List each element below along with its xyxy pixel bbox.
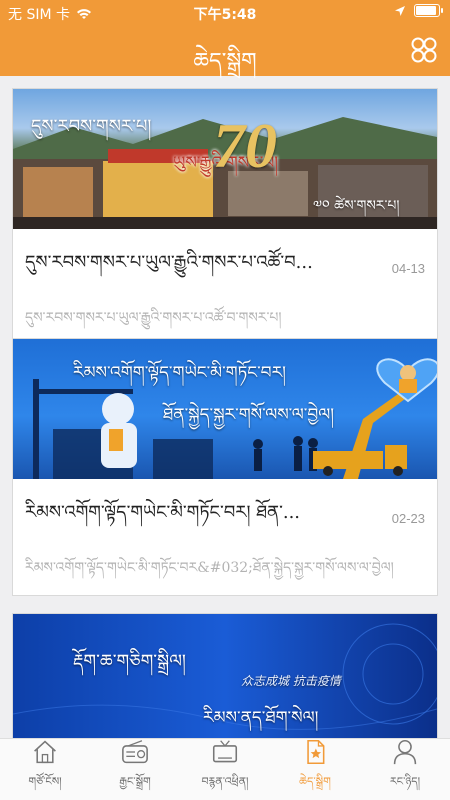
tab-bar: གཙོ་ངོས། རྒྱང་སྒྲོག བརྙན་འཕྲིན། ཆེད་སྒྲི…: [0, 738, 450, 800]
article-image-caption-3: ༧༠ ཚེས་གསར་པ།: [313, 198, 400, 214]
article-title[interactable]: རིམས་འགོག་ལྟོད་གཡེང་མི་གཏོང་བར། ཐོན་...: [25, 493, 385, 543]
article-image: དུས་རབས་གསར་པ། ཡུས་རྒྱུའི་གསར་པ། 70 ༧༠ ཚ…: [13, 89, 437, 229]
article-image-caption-3: རིམས་ནད་ཐོག་སེལ།: [203, 708, 319, 728]
article-image-number: 70: [213, 110, 277, 181]
tab-label: བརྙན་འཕྲིན།: [201, 775, 249, 788]
tab-label: རང་ཉིད།: [389, 775, 421, 788]
article-description: རིམས་འགོག་ལྟོད་གཡེང་མི་གཏོང་བར&#032;ཐོན་…: [25, 560, 394, 576]
article-image: རྡོག་ཆ་གཅིག་སྒྲིལ། 众志成城 抗击疫情 རིམས་ནད་ཐོག…: [13, 614, 437, 738]
article-card[interactable]: རྡོག་ཆ་གཅིག་སྒྲིལ། 众志成城 抗击疫情 རིམས་ནད་ཐོག…: [12, 613, 438, 738]
battery-icon: [414, 4, 443, 17]
article-title-row: རིམས་འགོག་ལྟོད་གཡེང་མི་གཏོང་བར། ཐོན་... …: [13, 479, 437, 547]
article-card[interactable]: རིམས་འགོག་ལྟོད་གཡེང་མི་གཏོང་བར། ཐོན་སྐྱེ…: [12, 338, 438, 596]
tab-label: ཆེད་སྒྲིག: [299, 775, 331, 788]
article-image-caption: དུས་རབས་གསར་པ།: [31, 116, 152, 137]
radio-icon: [122, 740, 148, 764]
home-icon: [34, 740, 56, 764]
article-image-caption-2: ཐོན་སྐྱེད་སྐྱར་གསོ་ལས་ལ་བྱེལ།: [163, 405, 334, 425]
location-arrow-icon: [395, 5, 405, 16]
status-right: [394, 4, 443, 17]
article-title-row: དུས་རབས་གསར་པ་ཡུལ་རྒྱུའི་གསར་པ་འཚོ་བ... …: [13, 229, 437, 297]
nav-bar: ཆེད་སྒྲིག: [0, 26, 450, 76]
special-topic-icon: [307, 739, 325, 765]
tab-profile[interactable]: རང་ཉིད།: [360, 739, 450, 800]
tab-home[interactable]: གཙོ་ངོས།: [0, 739, 90, 800]
article-image-caption-2: 众志成城 抗击疫情: [241, 674, 341, 688]
article-image: རིམས་འགོག་ལྟོད་གཡེང་མི་གཏོང་བར། ཐོན་སྐྱེ…: [13, 339, 437, 479]
tab-radio[interactable]: རྒྱང་སྒྲོག: [90, 739, 180, 800]
tv-icon: [212, 740, 238, 763]
user-icon: [393, 739, 417, 765]
tab-label: རྒྱང་སྒྲོག: [119, 775, 151, 788]
status-bar: 无 SIM 卡 下午5:48: [0, 0, 450, 26]
grid-icon[interactable]: [410, 36, 438, 64]
tab-label: གཙོ་ངོས།: [28, 775, 62, 788]
article-list[interactable]: དུས་རབས་གསར་པ། ཡུས་རྒྱུའི་གསར་པ། 70 ༧༠ ཚ…: [0, 76, 450, 738]
article-card[interactable]: དུས་རབས་གསར་པ། ཡུས་རྒྱུའི་གསར་པ། 70 ༧༠ ཚ…: [12, 88, 438, 346]
article-title[interactable]: དུས་རབས་གསར་པ་ཡུལ་རྒྱུའི་གསར་པ་འཚོ་བ...: [25, 243, 385, 293]
article-date: 04-13: [391, 260, 425, 276]
tab-special-topic[interactable]: ཆེད་སྒྲིག: [270, 739, 360, 800]
tab-tv[interactable]: བརྙན་འཕྲིན།: [180, 739, 270, 800]
article-image-caption: རྡོག་ཆ་གཅིག་སྒྲིལ།: [73, 651, 186, 672]
article-image-caption: རིམས་འགོག་ལྟོད་གཡེང་མི་གཏོང་བར།: [73, 363, 286, 383]
status-time: 下午5:48: [193, 7, 257, 23]
article-date: 02-23: [391, 510, 425, 526]
